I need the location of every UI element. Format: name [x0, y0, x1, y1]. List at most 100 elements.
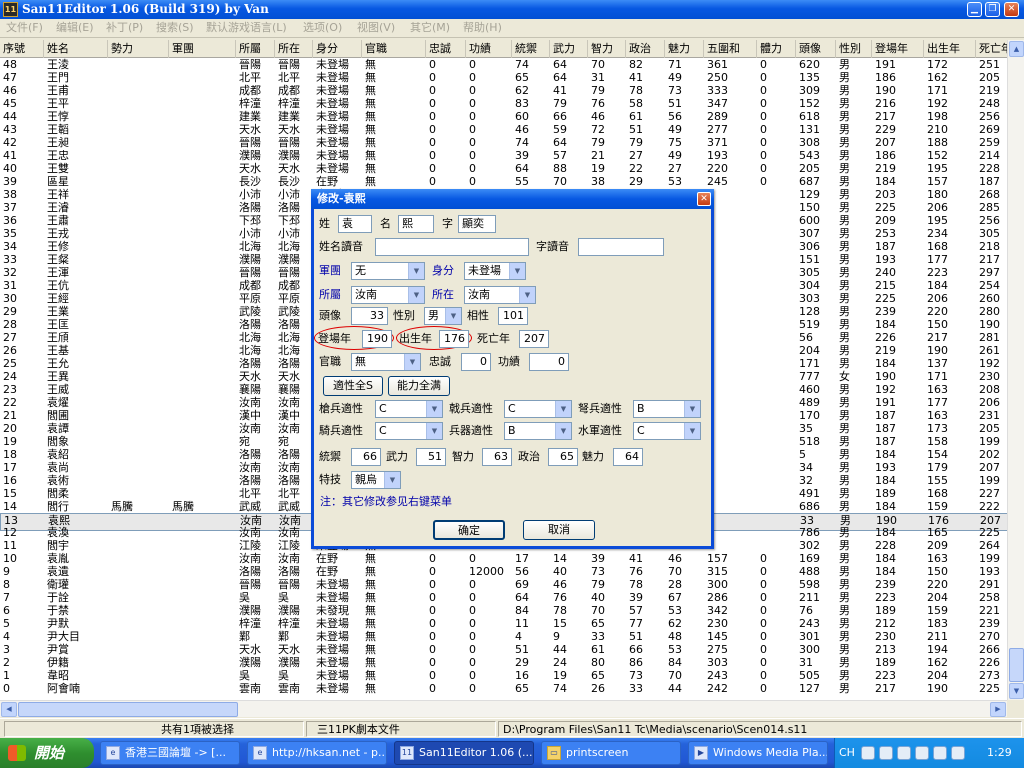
column-header[interactable]: 性別	[836, 40, 872, 58]
menu-file[interactable]: 文件(F)	[6, 19, 43, 37]
column-header[interactable]: 魅力	[665, 40, 704, 58]
war-input[interactable]: 51	[416, 448, 446, 466]
column-header[interactable]: 官職	[362, 40, 426, 58]
politics-input[interactable]: 65	[548, 448, 578, 466]
identity-select[interactable]: 未登場 ▼	[464, 262, 526, 280]
dialog-title[interactable]: 修改-袁熙 ✕	[311, 189, 714, 209]
death-year-input[interactable]: 207	[519, 330, 549, 348]
scroll-down-icon[interactable]: ▼	[1009, 683, 1024, 699]
table-row[interactable]: 40 王雙 天水 天水 未登場 無 0 0 64 88 19 22 27 220 0 205 男 219 195 22…	[0, 162, 1007, 175]
location-select[interactable]: 汝南 ▼	[464, 286, 536, 304]
scroll-left-icon[interactable]: ◀	[1, 702, 17, 717]
menu-patch[interactable]: 补丁(P)	[106, 19, 143, 37]
tray-icon[interactable]	[951, 746, 965, 760]
scroll-right-icon[interactable]: ▶	[990, 702, 1006, 717]
tray-icon[interactable]	[879, 746, 893, 760]
column-header[interactable]: 身分	[313, 40, 362, 58]
task-hksan-browser[interactable]: e http://hksan.net - p...	[247, 741, 387, 765]
table-row[interactable]: 10 袁胤 汝南 汝南 在野 無 0 0 17 14 39 41 46 157 0 169 男 184 163 199	[0, 552, 1007, 565]
menu-language[interactable]: 默认游戏语言(L)	[206, 19, 287, 37]
column-header[interactable]: 頭像	[796, 40, 836, 58]
menu-search[interactable]: 搜索(S)	[156, 19, 194, 37]
start-button[interactable]: 開始	[0, 738, 94, 768]
column-header[interactable]: 勢力	[108, 40, 169, 58]
task-forum-browser[interactable]: e 香港三國論壇 -> [...	[100, 741, 240, 765]
debut-year-input[interactable]: 190	[362, 330, 392, 348]
spear-aptitude-select[interactable]: C ▼	[375, 400, 443, 418]
cavalry-aptitude-select[interactable]: C ▼	[375, 422, 443, 440]
column-header[interactable]: 死亡年	[976, 40, 1007, 58]
table-row[interactable]: 2 伊籍 濮陽 濮陽 未登場 無 0 0 29 24 80 86 84 303 0 31 男 189 162 226	[0, 656, 1007, 669]
merit-input[interactable]: 0	[529, 353, 569, 371]
close-button[interactable]: ✕	[1004, 2, 1019, 17]
halberd-aptitude-select[interactable]: C ▼	[504, 400, 572, 418]
affinity-input[interactable]: 101	[498, 307, 528, 325]
language-indicator[interactable]: CH	[839, 738, 855, 768]
table-row[interactable]: 45 王平 梓潼 梓潼 未登場 無 0 0 83 79 76 58 51 347 0 152 男 216 192 24…	[0, 97, 1007, 110]
task-media-player[interactable]: ▶ Windows Media Pla...	[688, 741, 828, 765]
table-row[interactable]: 7 于詮 吳 吳 未登場 無 0 0 64 76 40 39 67 286 0 211 男 223 204 258	[0, 591, 1007, 604]
bow-aptitude-select[interactable]: B ▼	[633, 400, 701, 418]
table-row[interactable]: 42 王昶 晉陽 晉陽 未登場 無 0 0 74 64 79 79 75 371 0 308 男 207 188 25…	[0, 136, 1007, 149]
table-row[interactable]: 3 尹賞 天水 天水 未登場 無 0 0 51 44 61 66 53 275 0 300 男 213 194 266	[0, 643, 1007, 656]
table-row[interactable]: 5 尹默 梓潼 梓潼 未登場 無 0 0 11 15 65 77 62 230 0 243 男 212 183 239	[0, 617, 1007, 630]
ok-button[interactable]: 确定	[433, 520, 505, 540]
column-header[interactable]: 智力	[588, 40, 626, 58]
birth-year-input[interactable]: 176	[439, 330, 469, 348]
maximize-button[interactable]: ❐	[985, 2, 1000, 17]
column-header[interactable]: 所屬	[236, 40, 275, 58]
column-header[interactable]: 姓名	[44, 40, 108, 58]
given-name-input[interactable]: 熙	[398, 215, 434, 233]
column-header[interactable]: 統禦	[512, 40, 550, 58]
leadership-input[interactable]: 66	[351, 448, 381, 466]
skill-select[interactable]: 親烏 ▼	[351, 471, 401, 489]
column-header[interactable]: 序號	[0, 40, 44, 58]
menu-view[interactable]: 视图(V)	[357, 19, 395, 37]
task-san11editor[interactable]: 11 San11Editor 1.06 (...	[394, 741, 534, 765]
table-row[interactable]: 43 王韜 天水 天水 未登場 無 0 0 46 59 72 51 49 277 0 131 男 229 210 26…	[0, 123, 1007, 136]
loyalty-input[interactable]: 0	[461, 353, 491, 371]
siege-aptitude-select[interactable]: B ▼	[504, 422, 572, 440]
column-header[interactable]: 忠誠	[426, 40, 466, 58]
column-header[interactable]: 所在	[275, 40, 313, 58]
cancel-button[interactable]: 取消	[523, 520, 595, 540]
horizontal-scrollbar[interactable]: ◀ ▶	[0, 700, 1007, 717]
table-row[interactable]: 48 王淩 晉陽 晉陽 未登場 無 0 0 74 64 70 82 71 361 0 620 男 191 172 25…	[0, 58, 1007, 71]
column-header[interactable]: 政治	[626, 40, 665, 58]
portrait-input[interactable]: 33	[351, 307, 388, 325]
column-header[interactable]: 體力	[757, 40, 796, 58]
menu-options[interactable]: 选项(O)	[303, 19, 342, 37]
intelligence-input[interactable]: 63	[482, 448, 512, 466]
title-bar[interactable]: 11 San11Editor 1.06 (Build 319) by Van ▁…	[0, 0, 1024, 19]
table-row[interactable]: 41 王忠 濮陽 濮陽 未登場 無 0 0 39 57 21 27 49 193 0 543 男 186 152 21…	[0, 149, 1007, 162]
surname-input[interactable]: 袁	[338, 215, 372, 233]
menu-help[interactable]: 帮助(H)	[463, 19, 502, 37]
tray-icon[interactable]	[915, 746, 929, 760]
minimize-button[interactable]: ▁	[967, 2, 982, 17]
vertical-scrollbar[interactable]: ▲ ▼	[1007, 40, 1024, 700]
column-header[interactable]: 登場年	[872, 40, 924, 58]
name-reading-input[interactable]	[375, 238, 529, 256]
column-header[interactable]: 出生年	[924, 40, 976, 58]
task-printscreen-folder[interactable]: ▭ printscreen	[541, 741, 681, 765]
table-row[interactable]: 0 阿會喃 雲南 雲南 未登場 無 0 0 65 74 26 33 44 242 0 127 男 217 190 22…	[0, 682, 1007, 695]
table-row[interactable]: 6 于禁 濮陽 濮陽 未發現 無 0 0 84 78 70 57 53 342 0 76 男 189 159 221	[0, 604, 1007, 617]
column-header[interactable]: 軍團	[169, 40, 236, 58]
tray-icon[interactable]	[897, 746, 911, 760]
charisma-input[interactable]: 64	[613, 448, 643, 466]
navy-aptitude-select[interactable]: C ▼	[633, 422, 701, 440]
tray-icon[interactable]	[861, 746, 875, 760]
ability-max-button[interactable]: 能力全满	[388, 376, 450, 396]
affiliation-select[interactable]: 汝南 ▼	[351, 286, 425, 304]
aptitude-all-s-button[interactable]: 適性全S	[323, 376, 383, 396]
table-row[interactable]: 44 王惇 建業 建業 未登場 無 0 0 60 66 46 61 56 289 0 618 男 217 198 25…	[0, 110, 1007, 123]
menu-edit[interactable]: 编辑(E)	[56, 19, 94, 37]
menu-other[interactable]: 其它(M)	[410, 19, 450, 37]
column-header[interactable]: 五圍和	[704, 40, 757, 58]
army-select[interactable]: 无 ▼	[351, 262, 425, 280]
office-select[interactable]: 無 ▼	[351, 353, 421, 371]
table-row[interactable]: 9 袁遺 洛陽 洛陽 在野 無 0 12000 56 40 73 76 70 315 0 488 男 184 150…	[0, 565, 1007, 578]
dialog-close-icon[interactable]: ✕	[697, 192, 711, 206]
courtesy-name-input[interactable]: 顯奕	[458, 215, 496, 233]
column-header[interactable]: 武力	[550, 40, 588, 58]
